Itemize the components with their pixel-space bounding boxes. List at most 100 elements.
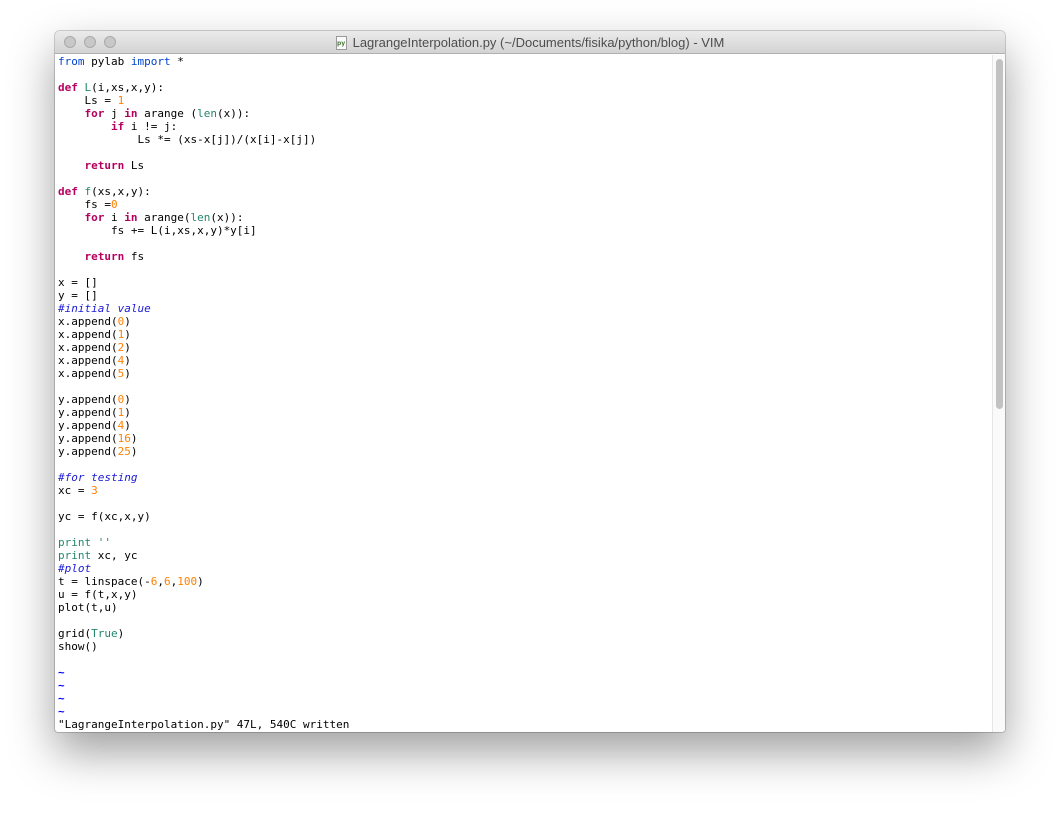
code-token: u = f(t,x,y) <box>58 588 138 601</box>
code-token: pylab <box>84 55 131 68</box>
code-token: x = [] <box>58 276 98 289</box>
code-token: 0 <box>110 198 118 211</box>
code-token: in <box>124 211 138 224</box>
code-token: in <box>124 107 138 120</box>
code-token: y.append( <box>58 393 118 406</box>
code-token: ) <box>124 406 131 419</box>
code-line-19: y = [] <box>58 289 98 302</box>
code-token: y = [] <box>58 289 98 302</box>
code-token: arange( <box>137 211 191 224</box>
window-title: py LagrangeInterpolation.py (~/Documents… <box>55 31 1005 54</box>
code-token: 25 <box>117 445 131 458</box>
code-token: Ls *= (xs-x[j])/(x[i]-x[j]) <box>58 133 317 146</box>
code-line-27: y.append(0) <box>58 393 131 406</box>
code-token: show() <box>58 640 98 653</box>
code-comment: #initial value <box>58 302 151 315</box>
code-token: len <box>197 107 217 120</box>
editor-buffer[interactable]: from pylab import * def L(i,xs,x,y): Ls … <box>55 55 992 732</box>
code-token: Ls = <box>58 94 118 107</box>
code-line-14: fs += L(i,xs,x,y)*y[i] <box>58 224 257 237</box>
code-line-21: x.append(0) <box>58 315 131 328</box>
code-line-31: y.append(25) <box>58 445 137 458</box>
code-token: import <box>130 55 171 68</box>
empty-line-tilde: ~ <box>58 705 65 718</box>
code-token: fs = <box>58 198 111 211</box>
code-token: for <box>84 107 105 120</box>
code-line-39: print xc, yc <box>58 549 137 562</box>
code-line-34: xc = 3 <box>58 484 98 497</box>
code-token: ) <box>130 445 138 458</box>
code-token: (x)): <box>216 107 251 120</box>
code-token: True <box>91 627 118 640</box>
vertical-scrollbar[interactable] <box>992 55 1005 732</box>
code-line-30: y.append(16) <box>58 432 137 445</box>
code-line-38: print '' <box>58 536 111 549</box>
code-token: grid( <box>58 627 92 640</box>
code-token: Ls <box>124 159 145 172</box>
empty-line-tilde: ~ <box>58 679 65 692</box>
code-line-36: yc = f(xc,x,y) <box>58 510 151 523</box>
code-token: ) <box>124 419 131 432</box>
code-token: ) <box>124 367 131 380</box>
code-token: y.append( <box>58 419 118 432</box>
code-token: ) <box>124 393 131 406</box>
code-token: j <box>104 107 125 120</box>
code-line-22: x.append(1) <box>58 328 131 341</box>
code-token: 1 <box>117 94 125 107</box>
code-token: len <box>190 211 211 224</box>
code-line-5: for j in arange (len(x)): <box>58 107 251 120</box>
window-title-text: LagrangeInterpolation.py (~/Documents/fi… <box>352 35 725 50</box>
status-message: "LagrangeInterpolation.py" 47L, 540C wri… <box>58 718 350 731</box>
code-line-6: if i != j: <box>58 120 177 133</box>
code-token: x.append( <box>58 328 118 341</box>
code-token: y.append( <box>58 432 118 445</box>
code-token: ) <box>117 627 125 640</box>
code-line-1: from pylab import * <box>58 55 184 68</box>
code-line-41: t = linspace(-6,6,100) <box>58 575 204 588</box>
code-token: * <box>170 55 184 68</box>
code-token: i != j: <box>124 120 178 133</box>
code-comment: #for testing <box>58 471 138 484</box>
code-line-18: x = [] <box>58 276 98 289</box>
empty-line-tilde: ~ <box>58 666 65 679</box>
code-line-29: y.append(4) <box>58 419 131 432</box>
code-token: xc, yc <box>91 549 138 562</box>
code-token: if <box>110 120 125 133</box>
code-line-13: for i in arange(len(x)): <box>58 211 244 224</box>
code-token: x.append( <box>58 315 118 328</box>
code-token: return <box>84 159 125 172</box>
code-token: 16 <box>117 432 131 445</box>
code-token: ) <box>124 328 131 341</box>
code-token: print <box>58 549 92 562</box>
code-line-25: x.append(5) <box>58 367 131 380</box>
code-token: ) <box>124 354 131 367</box>
code-line-20: #initial value <box>58 302 151 315</box>
code-token: return <box>84 250 125 263</box>
code-token: 100 <box>177 575 198 588</box>
code-token: x.append( <box>58 354 118 367</box>
title-bar[interactable]: py LagrangeInterpolation.py (~/Documents… <box>55 31 1005 54</box>
code-token: ) <box>130 432 138 445</box>
code-token: fs += L(i,xs,x,y)*y[i] <box>58 224 257 237</box>
code-line-7: Ls *= (xs-x[j])/(x[i]-x[j]) <box>58 133 316 146</box>
code-token: yc = f(xc,x,y) <box>58 510 151 523</box>
scrollbar-thumb[interactable] <box>996 59 1003 409</box>
code-token: fs <box>124 250 145 263</box>
python-file-icon: py <box>335 35 347 50</box>
code-line-11: def f(xs,x,y): <box>58 185 151 198</box>
code-line-45: grid(True) <box>58 627 124 640</box>
code-line-12: fs =0 <box>58 198 118 211</box>
code-token: 6 <box>163 575 171 588</box>
code-token: , <box>157 575 164 588</box>
code-token: (i,xs,x,y): <box>91 81 164 94</box>
code-token: t = linspace(- <box>58 575 151 588</box>
code-token: x.append( <box>58 367 118 380</box>
code-line-42: u = f(t,x,y) <box>58 588 137 601</box>
